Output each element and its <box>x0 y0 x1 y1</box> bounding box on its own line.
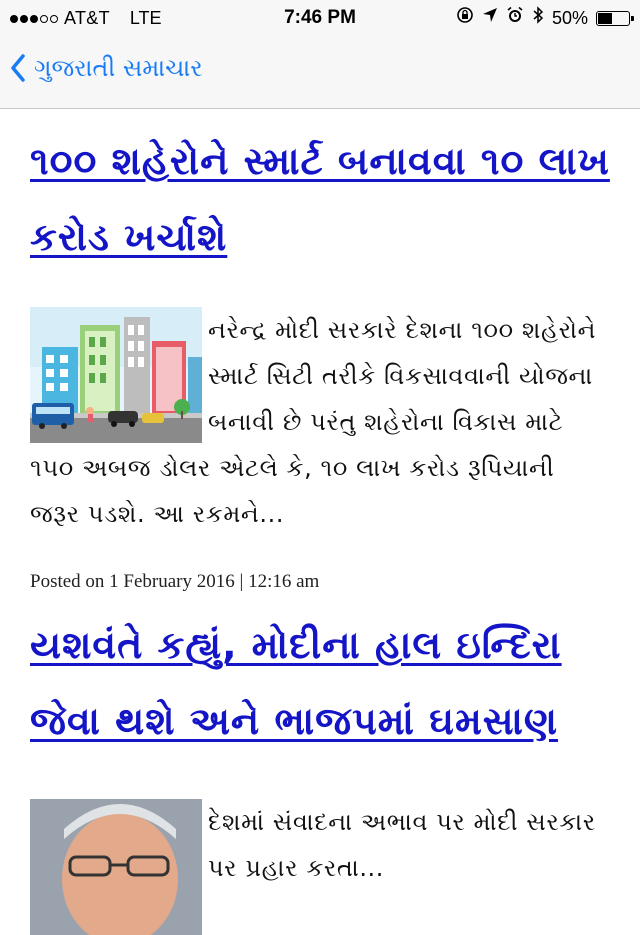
bluetooth-icon <box>532 6 544 30</box>
article-item: યશવંતે કહ્યું, મોદીના હાલ ઇન્દિરા જેવા થ… <box>0 593 640 935</box>
article-thumbnail-portrait[interactable] <box>30 799 202 935</box>
article-thumbnail-city[interactable] <box>30 307 202 443</box>
back-button[interactable]: ગુજરાતી સમાચાર <box>10 54 203 82</box>
article-headline-link[interactable]: યશવંતે કહ્યું, મોદીના હાલ ઇન્દિરા જેવા થ… <box>30 593 610 759</box>
back-button-label: ગુજરાતી સમાચાર <box>34 54 203 82</box>
status-bar: AT&T LTE 7:46 PM 50% <box>0 0 640 36</box>
navigation-bar: ગુજરાતી સમાચાર <box>0 36 640 109</box>
battery-fill <box>598 12 612 24</box>
article-list: ૧૦૦ શહેરોને સ્માર્ટ બનાવવા ૧૦ લાખ કરોડ ખ… <box>0 109 640 935</box>
article-body: નરેન્દ્ર મોદી સરકારે દેશના ૧૦૦ શહેરોને સ… <box>30 307 610 537</box>
chevron-left-icon <box>11 54 25 82</box>
article-post-date: Posted on 1 February 2016 | 12:16 am <box>30 571 320 592</box>
article-item: ૧૦૦ શહેરોને સ્માર્ટ બનાવવા ૧૦ લાખ કરોડ ખ… <box>0 109 640 593</box>
battery-percent: 50% <box>551 7 588 28</box>
article-body: દેશમાં સંવાદના અભાવ પર મોદી સરકાર પર પ્ર… <box>30 799 610 935</box>
location-icon <box>482 7 498 29</box>
status-right: 50% <box>456 6 634 30</box>
battery-icon <box>596 10 634 26</box>
alarm-icon <box>506 6 524 30</box>
article-headline-link[interactable]: ૧૦૦ શહેરોને સ્માર્ટ બનાવવા ૧૦ લાખ કરોડ ખ… <box>30 109 610 275</box>
rotation-lock-icon <box>456 6 474 30</box>
